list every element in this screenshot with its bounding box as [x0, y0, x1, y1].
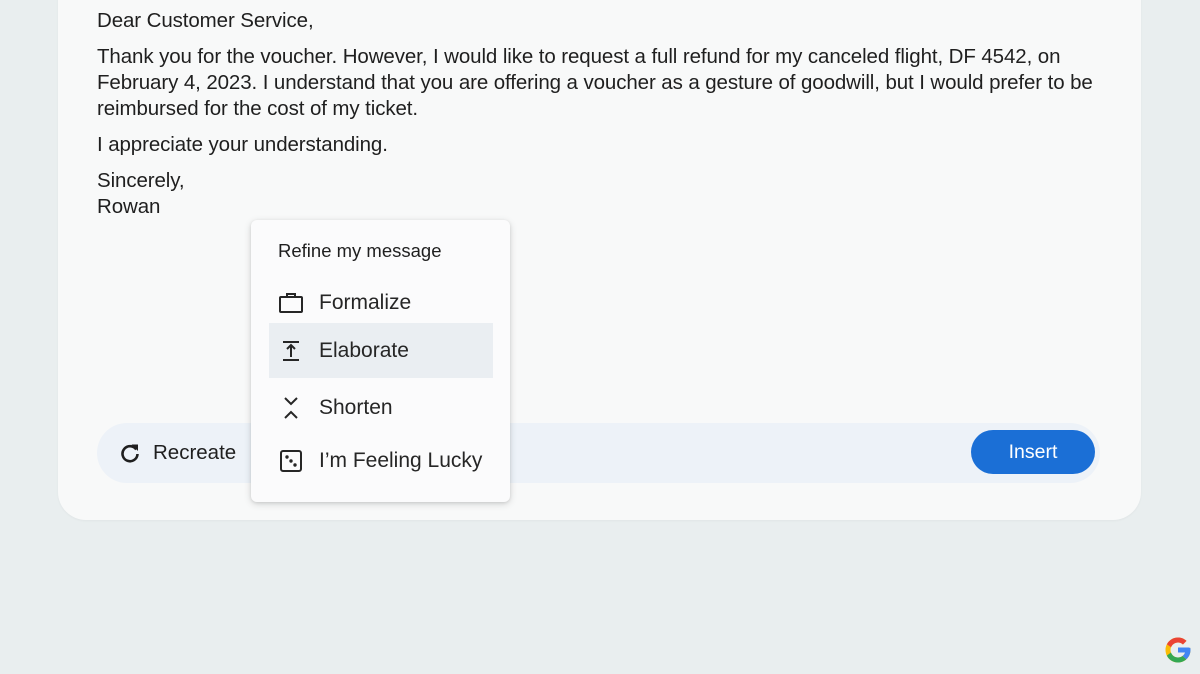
- refine-menu-title: Refine my message: [278, 240, 442, 261]
- menu-item-label: Formalize: [319, 290, 412, 314]
- dice-icon: [277, 447, 305, 475]
- suggestion-action-bar: [97, 423, 1100, 483]
- email-body[interactable]: Dear Customer Service, Thank you for the…: [97, 8, 1097, 220]
- email-greeting: Dear Customer Service,: [97, 9, 314, 32]
- google-logo-icon: [1163, 634, 1193, 666]
- menu-item-label: I’m Feeling Lucky: [319, 448, 483, 472]
- refine-menu: Refine my message Formalize Elaborate Sh…: [251, 220, 510, 502]
- email-paragraph: Thank you for the voucher. However, I wo…: [97, 45, 1093, 120]
- email-appreciation: I appreciate your understanding.: [97, 133, 388, 156]
- menu-item-feeling-lucky[interactable]: I’m Feeling Lucky: [269, 433, 493, 488]
- menu-item-label: Elaborate: [319, 338, 409, 362]
- email-closing: Sincerely,: [97, 169, 185, 192]
- briefcase-icon: [277, 289, 305, 317]
- menu-item-label: Shorten: [319, 395, 393, 419]
- menu-item-formalize[interactable]: Formalize: [269, 275, 493, 330]
- insert-button[interactable]: Insert: [971, 430, 1095, 474]
- menu-item-shorten[interactable]: Shorten: [269, 380, 493, 435]
- refresh-icon: [117, 440, 143, 466]
- expand-vertical-icon: [277, 337, 305, 365]
- collapse-vertical-icon: [277, 394, 305, 422]
- email-signature: Rowan: [97, 195, 161, 218]
- menu-item-elaborate[interactable]: Elaborate: [269, 323, 493, 378]
- recreate-label: Recreate: [153, 441, 237, 464]
- recreate-button[interactable]: Recreate: [117, 436, 236, 470]
